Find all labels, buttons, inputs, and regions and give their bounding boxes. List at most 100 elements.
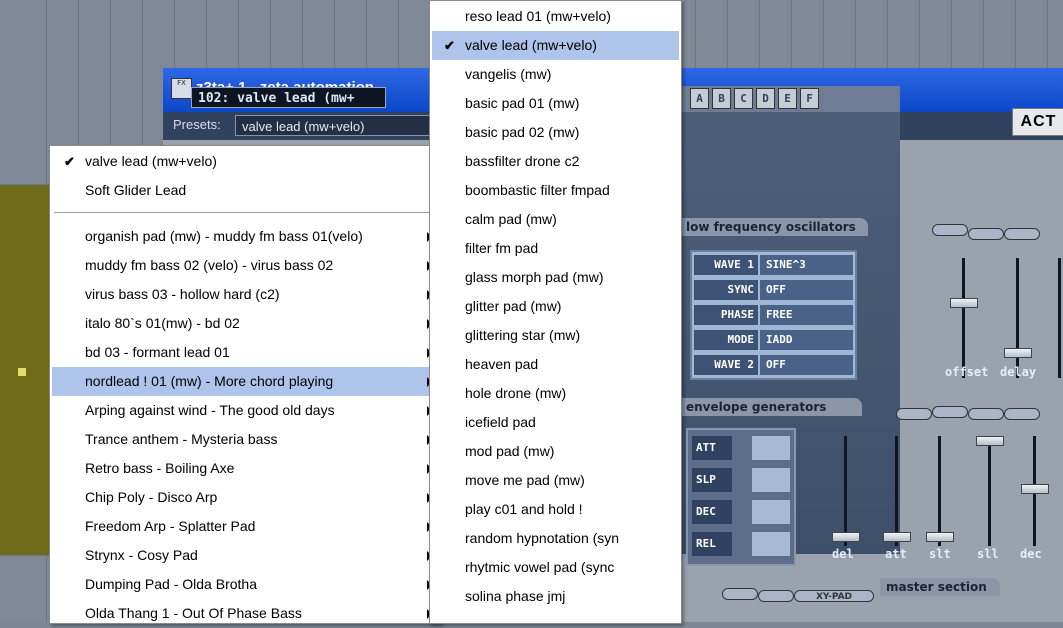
menu-item[interactable]: Strynx - Cosy Pad: [52, 541, 438, 570]
bank-button-e[interactable]: E: [778, 88, 797, 109]
menu-item[interactable]: Olda Thang 1 - Out Of Phase Bass: [52, 599, 438, 628]
checkmark-icon: ✔: [64, 154, 75, 169]
lfo-tab-3[interactable]: [1004, 228, 1040, 240]
lfo-param-value[interactable]: FREE: [760, 305, 853, 325]
slt-slider[interactable]: [926, 532, 954, 542]
menu-item[interactable]: Freedom Arp - Splatter Pad: [52, 512, 438, 541]
bank-button-b[interactable]: B: [712, 88, 731, 109]
env-stage-rel[interactable]: REL: [692, 532, 732, 556]
clip-marker: [18, 368, 26, 376]
preset-dropdown[interactable]: valve lead (mw+velo): [235, 115, 433, 136]
menu-item[interactable]: mod pad (mw): [432, 437, 679, 466]
menu-item[interactable]: virus bass 03 - hollow hard (c2): [52, 280, 438, 309]
lfo-param-name: MODE: [694, 330, 758, 350]
menu-item-label: filter fm pad: [465, 240, 539, 256]
presets-label: Presets:: [173, 117, 221, 132]
menu-item[interactable]: organish pad (mw) - muddy fm bass 01(vel…: [52, 222, 438, 251]
envelope-shapes: ATT SLP DEC REL: [686, 428, 796, 566]
menu-item[interactable]: bd 03 - formant lead 01: [52, 338, 438, 367]
menu-item[interactable]: random hypnotation (syn: [432, 524, 679, 553]
dec-slider[interactable]: [1021, 484, 1049, 494]
menu-item-label: solina phase jmj: [465, 588, 566, 604]
menu-item[interactable]: move me pad (mw): [432, 466, 679, 495]
del-label: del: [832, 547, 854, 561]
menu-item[interactable]: calm pad (mw): [432, 205, 679, 234]
menu-item[interactable]: boombastic filter fmpad: [432, 176, 679, 205]
menu-item[interactable]: nordlead ! 01 (mw) - More chord playing: [52, 367, 438, 396]
menu-item[interactable]: heaven pad: [432, 350, 679, 379]
menu-item[interactable]: icefield pad: [432, 408, 679, 437]
menu-item-label: bd 03 - formant lead 01: [85, 344, 230, 360]
bank-button-c[interactable]: C: [734, 88, 753, 109]
env-tab-1[interactable]: [932, 406, 968, 418]
delay-slider[interactable]: [1004, 348, 1032, 358]
menu-item[interactable]: glass morph pad (mw): [432, 263, 679, 292]
att-label: att: [885, 547, 907, 561]
lfo-row: MODE IADD: [694, 330, 853, 352]
menu-item-label: glittering star (mw): [465, 327, 581, 343]
menu-item[interactable]: hole drone (mw): [432, 379, 679, 408]
plugin-icon: FX: [171, 78, 192, 99]
act-button[interactable]: ACT: [1012, 108, 1063, 136]
menu-item[interactable]: ✔ valve lead (mw+velo): [52, 147, 438, 176]
menu-item[interactable]: Soft Glider Lead: [52, 176, 438, 205]
env-tab-p[interactable]: [896, 408, 932, 420]
menu-item[interactable]: ✔ valve lead (mw+velo): [432, 31, 679, 60]
menu-item[interactable]: Arping against wind - The good old days: [52, 396, 438, 425]
menu-item[interactable]: Retro bass - Boiling Axe: [52, 454, 438, 483]
env-stage-att[interactable]: ATT: [692, 436, 732, 460]
menu-item[interactable]: play c01 and hold !: [432, 495, 679, 524]
menu-item[interactable]: basic pad 02 (mw): [432, 118, 679, 147]
menu-item[interactable]: Dumping Pad - Olda Brotha: [52, 570, 438, 599]
bank-button-d[interactable]: D: [756, 88, 775, 109]
bank-button-a[interactable]: A: [690, 88, 709, 109]
offset-slider[interactable]: [950, 298, 978, 308]
menu-item[interactable]: glittering star (mw): [432, 321, 679, 350]
menu-item-label: organish pad (mw) - muddy fm bass 01(vel…: [85, 228, 363, 244]
menu-item[interactable]: bassfilter drone c2: [432, 147, 679, 176]
att-slider[interactable]: [883, 532, 911, 542]
menu-item[interactable]: solina phase jmj: [432, 582, 679, 611]
menu-item[interactable]: basic pad 01 (mw): [432, 89, 679, 118]
lfo-row: WAVE 1 SINE^3: [694, 255, 853, 277]
xy-pad-tab[interactable]: XY-PAD: [794, 590, 874, 602]
menu-item[interactable]: reso lead 01 (mw+velo): [432, 2, 679, 31]
lfo-tab-1[interactable]: [932, 224, 968, 236]
mod-tab-2[interactable]: [758, 590, 794, 602]
lfo-tab-2[interactable]: [968, 228, 1004, 240]
env-curve-icon: [752, 500, 790, 524]
menu-item-label: calm pad (mw): [465, 211, 557, 227]
menu-item-label: glass morph pad (mw): [465, 269, 604, 285]
env-curve-icon: [752, 436, 790, 460]
env-tab-2[interactable]: [968, 408, 1004, 420]
menu-item[interactable]: filter fm pad: [432, 234, 679, 263]
env-section-title: envelope generators: [680, 398, 862, 416]
lfo-param-value[interactable]: SINE^3: [760, 255, 853, 275]
menu-item-label: bassfilter drone c2: [465, 153, 580, 169]
bank-button-f[interactable]: F: [800, 88, 819, 109]
env-tab-3[interactable]: [1004, 408, 1040, 420]
menu-item-label: Olda Thang 1 - Out Of Phase Bass: [85, 605, 302, 621]
menu-item-label: glitter pad (mw): [465, 298, 562, 314]
slt-label: slt: [929, 547, 951, 561]
lfo-param-value[interactable]: OFF: [760, 280, 853, 300]
menu-item[interactable]: italo 80`s 01(mw) - bd 02: [52, 309, 438, 338]
sll-slider[interactable]: [976, 436, 1004, 446]
lfo-param-value[interactable]: IADD: [760, 330, 853, 350]
env-stage-dec[interactable]: DEC: [692, 500, 732, 524]
lfo-row: WAVE 2 OFF: [694, 355, 853, 377]
menu-item-label: icefield pad: [465, 414, 536, 430]
env-stage-slp[interactable]: SLP: [692, 468, 732, 492]
lfo-param-name: SYNC: [694, 280, 758, 300]
menu-item[interactable]: vangelis (mw): [432, 60, 679, 89]
menu-item[interactable]: muddy fm bass 02 (velo) - virus bass 02: [52, 251, 438, 280]
del-slider[interactable]: [832, 532, 860, 542]
menu-item-label: random hypnotation (syn: [465, 530, 620, 546]
mod-tab-1[interactable]: [722, 588, 758, 600]
lfo-param-value[interactable]: OFF: [760, 355, 853, 375]
menu-item[interactable]: rhytmic vowel pad (sync: [432, 553, 679, 582]
menu-item[interactable]: glitter pad (mw): [432, 292, 679, 321]
menu-item[interactable]: Trance anthem - Mysteria bass: [52, 425, 438, 454]
menu-item[interactable]: Chip Poly - Disco Arp: [52, 483, 438, 512]
menu-item-label: muddy fm bass 02 (velo) - virus bass 02: [85, 257, 334, 273]
